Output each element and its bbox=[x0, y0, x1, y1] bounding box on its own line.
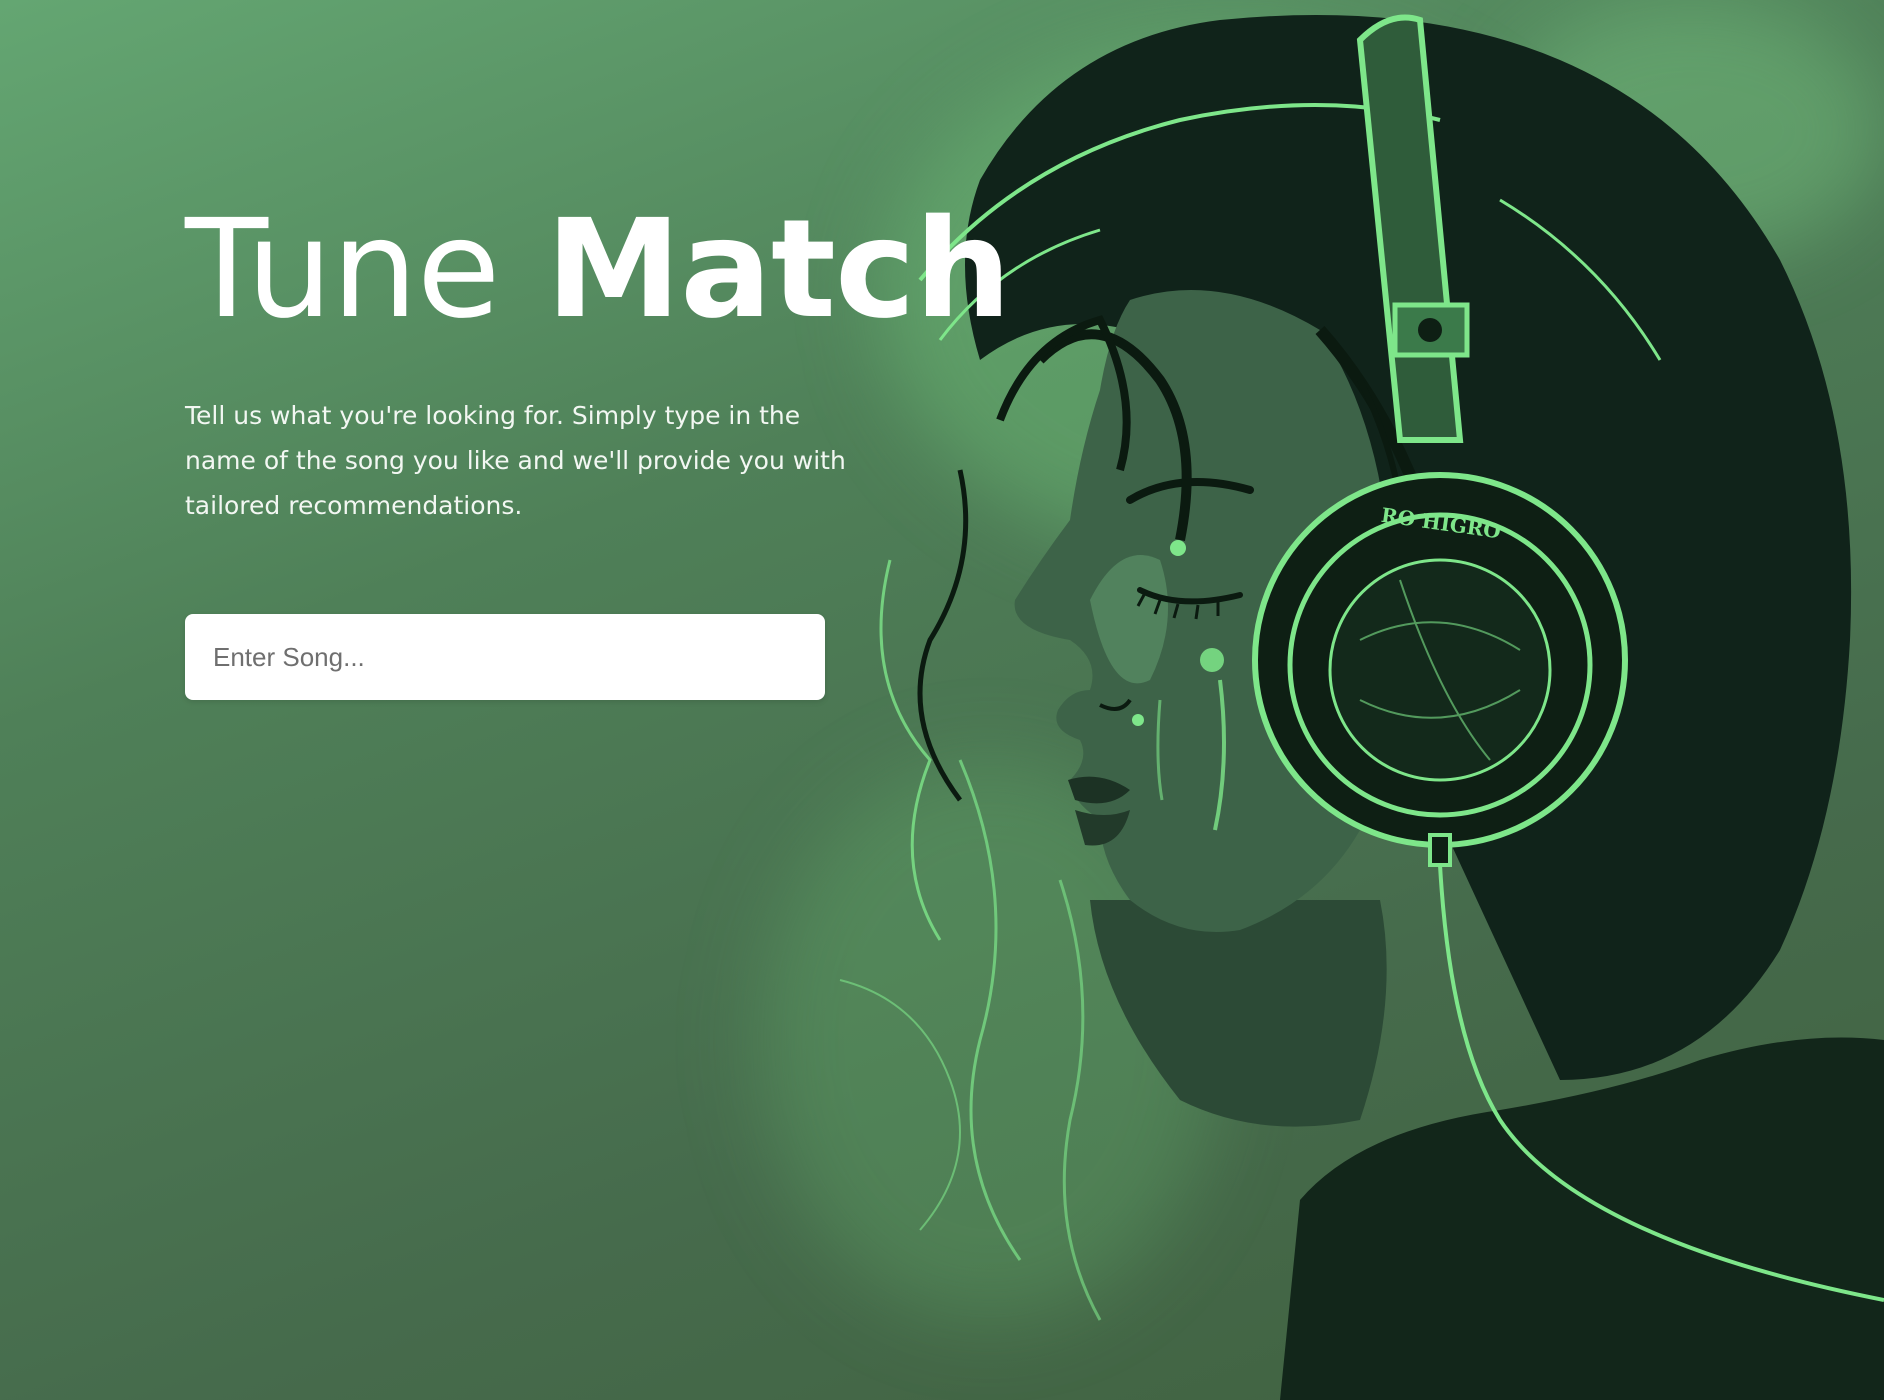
headphone-jack bbox=[1428, 833, 1452, 867]
neck-shape bbox=[1090, 900, 1387, 1127]
landing-page: RO HIGRO Tune Match Tell us what you're … bbox=[0, 0, 1884, 1400]
neon-dot bbox=[1170, 540, 1186, 556]
neon-hair-line bbox=[1058, 879, 1102, 1321]
hair-strand bbox=[917, 469, 969, 802]
song-search-input[interactable] bbox=[185, 614, 825, 700]
headphone-cup-inner bbox=[1328, 558, 1552, 782]
hero-content: Tune Match Tell us what you're looking f… bbox=[185, 195, 1011, 700]
title-word-tune: Tune bbox=[185, 191, 500, 349]
hero-description: Tell us what you're looking for. Simply … bbox=[185, 401, 846, 520]
neon-dot bbox=[1200, 648, 1224, 672]
song-search-box[interactable] bbox=[185, 614, 825, 700]
neon-hair-line bbox=[839, 979, 961, 1231]
title-word-match: Match bbox=[545, 191, 1012, 349]
neon-dot bbox=[1132, 714, 1144, 726]
jacket-shape bbox=[1280, 1037, 1884, 1400]
neon-hair-line bbox=[958, 759, 1022, 1261]
headphone-pivot bbox=[1418, 318, 1442, 342]
page-title: Tune Match bbox=[185, 195, 1011, 345]
